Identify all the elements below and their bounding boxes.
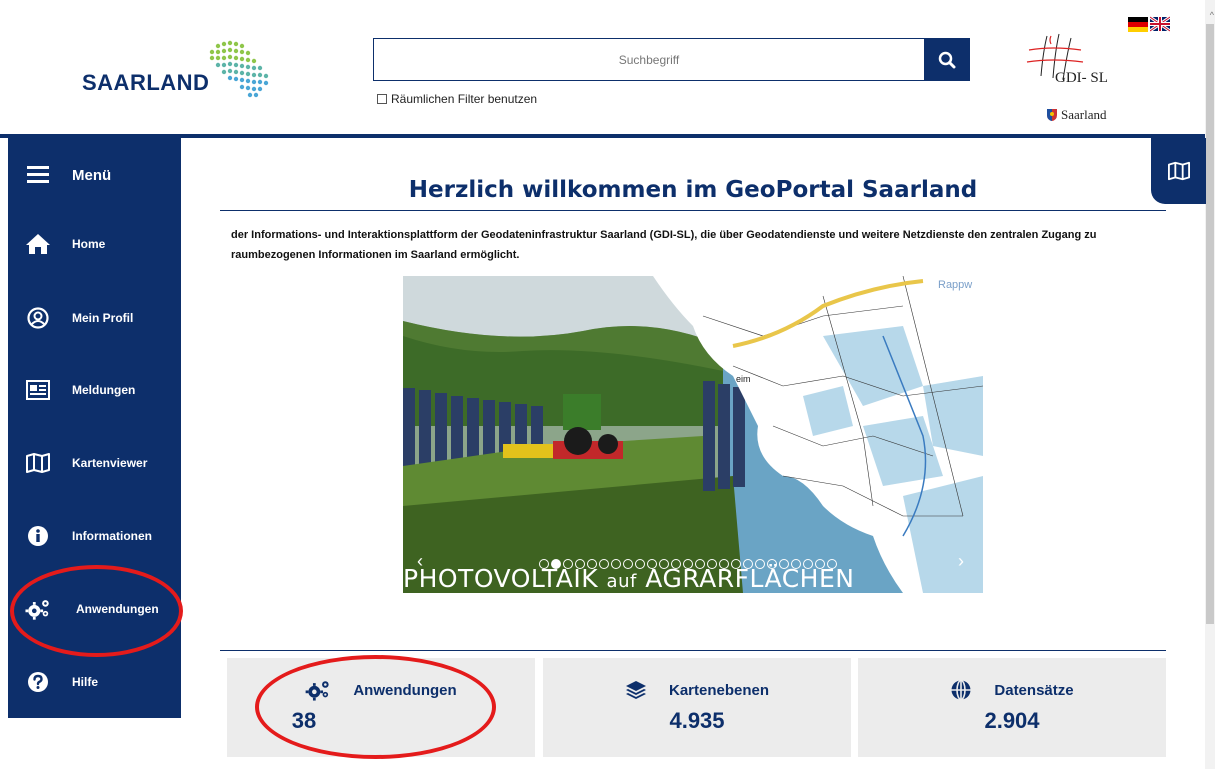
sidebar-item-label: Mein Profil [72,311,134,325]
hamburger-icon [25,162,51,188]
map-label-place2: eim [736,374,751,384]
gdi-sl-text: GDI- SL [1055,70,1108,86]
map-icon [1167,161,1190,181]
home-icon [25,231,51,257]
sidebar-item-label: Informationen [72,529,152,543]
gdi-sl-logo[interactable]: GDI- SL Saarland [1025,32,1125,122]
news-icon [25,377,51,403]
search-button[interactable] [924,39,969,80]
stat-head: Anwendungen [227,679,535,701]
sidebar-item-news[interactable]: Meldungen [8,370,181,410]
user-icon [25,305,51,331]
sidebar-item-label: Kartenviewer [72,456,148,470]
image-slider: Rappw eim ‹ PHOTOVOLTAIK auf AGRARFLÄCHE… [403,276,983,593]
stats-divider [220,650,1166,651]
spatial-filter-row: Räumlichen Filter benutzen [377,92,537,106]
gdi-region-label: Saarland [1061,107,1107,122]
header-divider [0,134,1215,138]
map-label-place: Rappw [938,279,972,291]
stat-value: 4.935 [669,708,725,733]
sidebar-item-mapviewer[interactable]: Kartenviewer [8,443,181,483]
uk-flag-icon[interactable] [1150,14,1170,36]
saarland-map-icon [209,40,269,98]
sidebar-item-applications[interactable]: Anwendungen [8,589,181,629]
spatial-filter-checkbox[interactable] [377,94,387,104]
scroll-up-icon[interactable]: ^ [1210,10,1214,20]
page-scrollbar[interactable]: ^ [1205,0,1215,769]
slider-next-button[interactable]: › [958,551,964,572]
stat-label: Datensätze [994,681,1074,699]
sidebar-item-label: Home [72,237,106,251]
spatial-filter-label: Räumlichen Filter benutzen [391,92,538,106]
sidebar-menu-label: Menü [72,166,112,184]
gdi-region: Saarland [1047,107,1106,123]
stat-value: 38 [291,708,317,733]
sidebar-menu-toggle[interactable]: Menü [8,155,181,195]
search-box [373,38,970,81]
scroll-thumb[interactable] [1206,24,1214,624]
sidebar-item-help[interactable]: Hilfe [8,662,181,702]
layers-icon [625,681,646,699]
stat-head: Kartenebenen [543,679,851,701]
german-flag-icon[interactable] [1128,14,1148,36]
sidebar: Menü Home Mein Profil Meldungen Kartenvi… [8,138,181,718]
saarland-logo[interactable]: SAARLAND [80,38,290,100]
slide-image: Rappw eim [403,276,983,593]
stat-label: Anwendungen [353,681,457,699]
intro-text: der Informations- und Interaktionsplattf… [231,229,1097,261]
sidebar-item-home[interactable]: Home [8,224,181,264]
map-icon [25,450,51,476]
sidebar-item-profile[interactable]: Mein Profil [8,298,181,338]
slide-caption-a: PHOTOVOLTAIK [403,564,599,593]
saarland-logo-text: SAARLAND [82,70,210,95]
slide-caption-b: auf [606,571,637,592]
title-divider [220,210,1166,211]
gears-icon [25,596,51,622]
slide-caption-c: AGRARFLÄCHEN [645,564,855,593]
stat-card-applications[interactable]: Anwendungen 38 [227,658,535,757]
stat-value: 2.904 [984,708,1040,733]
slide-caption: PHOTOVOLTAIK auf AGRARFLÄCHEN [403,564,854,593]
globe-icon [951,679,971,701]
page-title: Herzlich willkommen im GeoPortal Saarlan… [408,177,978,203]
sidebar-item-label: Meldungen [72,383,136,397]
stat-card-map-layers[interactable]: Kartenebenen 4.935 [543,658,851,757]
help-icon [25,669,51,695]
info-icon [25,523,51,549]
sidebar-item-information[interactable]: Informationen [8,516,181,556]
header: SAARLAND Suchbegriff Räumlichen Filter b… [0,0,1215,137]
gears-icon [305,681,329,701]
sidebar-item-label: Hilfe [72,675,99,689]
sidebar-item-label: Anwendungen [76,602,159,616]
language-switcher [1128,14,1170,36]
search-icon [938,51,955,68]
stat-card-datasets[interactable]: Datensätze 2.904 [858,658,1166,757]
search-input[interactable] [374,39,924,80]
stat-label: Kartenebenen [668,681,770,699]
stat-head: Datensätze [858,679,1166,701]
coat-of-arms-icon [1047,109,1057,121]
